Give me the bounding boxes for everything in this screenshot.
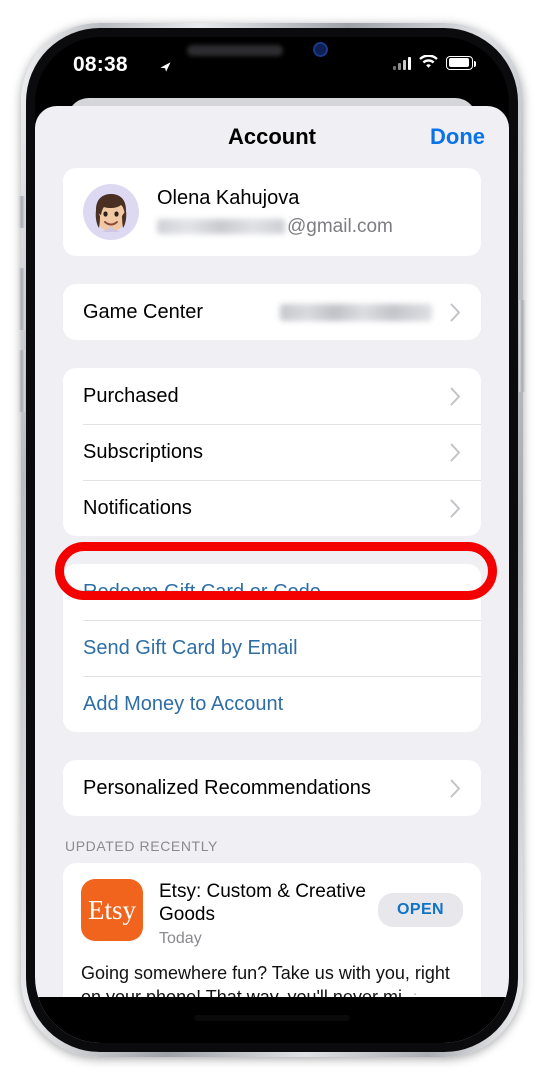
notch-pill-redaction xyxy=(187,45,283,56)
row-label: Purchased xyxy=(83,384,179,407)
row-label: Add Money to Account xyxy=(83,692,284,715)
updated-app-card[interactable]: Etsy Etsy: Custom & Creative Goods Today… xyxy=(63,863,481,1015)
settings-row-subscriptions[interactable]: Subscriptions xyxy=(63,424,481,480)
mute-switch-button[interactable] xyxy=(18,196,25,228)
app-row: Etsy Etsy: Custom & Creative Goods Today… xyxy=(81,879,463,948)
sheet-nav-bar: Account Done xyxy=(35,106,509,168)
game-center-card: Game Center xyxy=(63,284,481,340)
profile-row[interactable]: Olena Kahujova @gmail.com xyxy=(63,168,481,256)
account-sheet: Account Done Olena Kahujova @gmail.com G… xyxy=(35,106,509,1043)
chevron-right-icon xyxy=(450,443,460,461)
profile-name: Olena Kahujova xyxy=(157,186,300,209)
profile-email: @gmail.com xyxy=(157,216,461,238)
email-redaction-blur xyxy=(157,219,285,234)
open-app-button[interactable]: OPEN xyxy=(378,893,463,927)
memoji-avatar xyxy=(83,184,139,240)
gift-actions-card: Redeem Gift Card or Code Send Gift Card … xyxy=(63,564,481,732)
row-label: Subscriptions xyxy=(83,440,204,463)
recommendations-card: Personalized Recommendations xyxy=(63,760,481,816)
app-update-date: Today xyxy=(159,930,202,948)
settings-row-game-center[interactable]: Game Center xyxy=(63,284,481,340)
settings-row-send-gift-card[interactable]: Send Gift Card by Email xyxy=(63,620,481,676)
done-button[interactable]: Done xyxy=(430,124,485,150)
row-label: Game Center xyxy=(83,300,204,323)
cellular-signal-icon xyxy=(393,56,411,70)
settings-row-personalized-recommendations[interactable]: Personalized Recommendations xyxy=(63,760,481,816)
profile-text: Olena Kahujova @gmail.com xyxy=(157,187,461,238)
wifi-icon xyxy=(419,55,438,68)
home-indicator-bar[interactable] xyxy=(194,1015,350,1021)
profile-card: Olena Kahujova @gmail.com xyxy=(63,168,481,256)
settings-row-purchased[interactable]: Purchased xyxy=(63,368,481,424)
section-header-updated-recently: UPDATED RECENTLY xyxy=(65,838,218,854)
status-bar-time: 08:38 xyxy=(73,53,128,76)
settings-row-redeem-gift-card[interactable]: Redeem Gift Card or Code xyxy=(63,564,481,620)
volume-up-button[interactable] xyxy=(18,268,25,330)
row-label: Personalized Recommendations xyxy=(83,776,371,799)
chevron-right-icon xyxy=(450,387,460,405)
settings-row-add-money[interactable]: Add Money to Account xyxy=(63,676,481,732)
location-arrow-icon xyxy=(160,62,171,72)
game-center-value-redaction xyxy=(280,303,432,321)
chevron-right-icon xyxy=(450,499,460,517)
battery-icon xyxy=(446,55,476,70)
notch-indicator-dot xyxy=(313,42,328,57)
volume-down-button[interactable] xyxy=(18,350,25,412)
email-domain: @gmail.com xyxy=(287,215,393,237)
power-button[interactable] xyxy=(519,300,526,392)
app-meta: Etsy: Custom & Creative Goods Today xyxy=(159,879,378,948)
row-label: Redeem Gift Card or Code xyxy=(83,580,321,603)
chevron-right-icon xyxy=(450,779,460,797)
settings-row-notifications[interactable]: Notifications xyxy=(63,480,481,536)
etsy-app-icon: Etsy xyxy=(81,879,143,941)
app-name: Etsy: Custom & Creative Goods xyxy=(159,881,366,926)
status-bar: 08:38 xyxy=(35,37,509,95)
chevron-right-icon xyxy=(450,303,460,321)
row-label: Send Gift Card by Email xyxy=(83,636,298,659)
settings-scroll-area[interactable]: Olena Kahujova @gmail.com Game Center Pu… xyxy=(35,168,509,1043)
row-label: Notifications xyxy=(83,496,192,519)
status-bar-indicators xyxy=(393,55,476,70)
phone-screen: 08:38 Account Done Olena Kahujova @gmail… xyxy=(35,37,509,1043)
phone-screenshot: 08:38 Account Done Olena Kahujova @gmail… xyxy=(0,0,544,1080)
library-card: Purchased Subscriptions Notifications xyxy=(63,368,481,536)
